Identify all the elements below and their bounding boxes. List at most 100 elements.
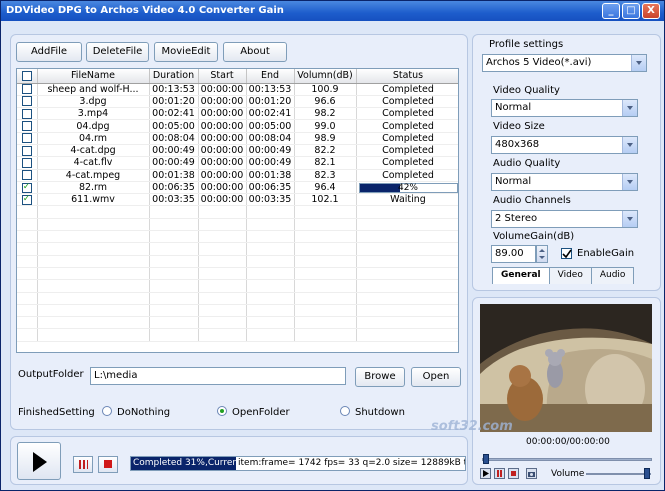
row-checkbox[interactable] — [21, 96, 32, 107]
seek-handle[interactable] — [483, 454, 489, 464]
check-icon — [562, 249, 572, 259]
open-button[interactable]: Open — [411, 367, 461, 387]
empty-cell — [149, 304, 199, 318]
tab-audio[interactable]: Audio — [590, 267, 635, 284]
cell-volume: 82.1 — [294, 156, 357, 170]
row-checkbox[interactable] — [21, 145, 32, 156]
audio-quality-select[interactable]: Normal — [491, 173, 638, 191]
row-checkbox[interactable] — [21, 108, 32, 119]
empty-cell — [37, 218, 150, 232]
cell-duration: 00:05:00 — [149, 119, 199, 133]
chevron-down-icon[interactable] — [622, 100, 637, 116]
cell-start: 00:00:00 — [198, 169, 247, 182]
cell-start: 00:00:00 — [198, 181, 247, 195]
radio-shutdown-label: Shutdown — [355, 407, 405, 418]
maximize-button[interactable]: □ — [622, 3, 640, 19]
title-bar[interactable]: DDVideo DPG to Archos Video 4.0 Converte… — [1, 1, 664, 21]
row-checkbox[interactable] — [21, 182, 32, 193]
table-row[interactable]: 4-cat.mpeg 00:01:38 00:00:00 00:01:38 82.3 Co… — [17, 169, 458, 182]
empty-cell — [356, 328, 458, 342]
conversion-progress-text: Completed 31%,Current — [131, 457, 236, 470]
empty-cell — [198, 279, 247, 293]
chevron-down-icon[interactable] — [622, 211, 637, 227]
empty-cell — [246, 328, 295, 342]
table-row[interactable]: 4-cat.dpg 00:00:49 00:00:00 00:00:49 82.2 Com… — [17, 144, 458, 158]
row-checkbox-cell — [17, 95, 38, 109]
movie-edit-button[interactable]: MovieEdit — [154, 42, 218, 62]
snapshot-button[interactable] — [526, 468, 537, 479]
column-header-start[interactable]: Start — [198, 69, 247, 84]
chevron-down-icon[interactable] — [622, 137, 637, 153]
table-row[interactable]: 4-cat.flv 00:00:49 00:00:00 00:00:49 82.1 Com… — [17, 156, 458, 170]
row-checkbox-cell — [17, 83, 38, 96]
start-convert-button[interactable] — [17, 442, 61, 480]
file-grid[interactable]: FileName Duration Start End Volumn(dB) S… — [16, 68, 459, 353]
preview-stop-button[interactable] — [508, 468, 519, 479]
table-row[interactable]: 3.mp4 00:02:41 00:00:00 00:02:41 98.2 Complet… — [17, 107, 458, 121]
close-button[interactable]: X — [642, 3, 660, 19]
select-all-header[interactable] — [17, 69, 38, 84]
radio-open-folder[interactable] — [217, 406, 227, 416]
chevron-down-icon[interactable] — [631, 55, 646, 71]
add-file-button[interactable]: AddFile — [16, 42, 82, 62]
cell-end: 00:05:00 — [246, 119, 295, 133]
row-checkbox[interactable] — [21, 133, 32, 144]
empty-cell — [356, 255, 458, 268]
table-row[interactable]: 04.rm 00:08:04 00:00:00 00:08:04 98.9 Complet… — [17, 132, 458, 145]
cell-duration: 00:08:04 — [149, 132, 199, 145]
cell-end: 00:02:41 — [246, 107, 295, 121]
cell-end: 00:01:38 — [246, 169, 295, 182]
volume-gain-input[interactable]: 89.00 — [491, 245, 536, 263]
row-checkbox-cell — [17, 156, 38, 170]
table-row[interactable]: 82.rm00:06:3500:00:0000:06:3596.442% — [17, 181, 458, 195]
row-checkbox[interactable] — [21, 121, 32, 132]
column-header-filename[interactable]: FileName — [37, 69, 150, 84]
column-header-duration[interactable]: Duration — [149, 69, 199, 84]
radio-shutdown[interactable] — [340, 406, 350, 416]
stop-button[interactable] — [98, 456, 118, 473]
browse-button[interactable]: Browe — [355, 367, 405, 387]
row-checkbox[interactable] — [21, 194, 32, 205]
column-header-volume[interactable]: Volumn(dB) — [294, 69, 357, 84]
cell-filename: 3.dpg — [37, 95, 150, 109]
pause-button[interactable] — [73, 456, 93, 473]
output-folder-input[interactable]: L:\media — [90, 367, 346, 385]
chevron-down-icon[interactable] — [622, 174, 637, 190]
enable-gain-checkbox[interactable] — [561, 248, 572, 259]
video-preview[interactable] — [480, 304, 652, 432]
delete-file-button[interactable]: DeleteFile — [86, 42, 149, 62]
seek-bar[interactable] — [482, 458, 652, 461]
column-header-end[interactable]: End — [246, 69, 295, 84]
row-checkbox[interactable] — [21, 170, 32, 181]
conversion-control-bar: Completed 31%,Current item:frame= 1742 f… — [10, 436, 468, 485]
minimize-button[interactable]: _ — [602, 3, 620, 19]
profile-settings-label: Profile settings — [489, 39, 564, 50]
select-all-checkbox[interactable] — [21, 70, 32, 81]
preview-play-button[interactable] — [480, 468, 491, 479]
table-row-empty — [17, 218, 458, 232]
row-checkbox[interactable] — [21, 84, 32, 95]
cell-filename: sheep and wolf-H... — [37, 83, 150, 96]
video-size-select[interactable]: 480x368 — [491, 136, 638, 154]
about-button[interactable]: About — [223, 42, 287, 62]
volume-handle[interactable] — [644, 468, 650, 479]
profile-select[interactable]: Archos 5 Video(*.avi) — [482, 54, 647, 72]
tab-video[interactable]: Video — [548, 267, 592, 284]
volume-slider[interactable] — [586, 473, 651, 475]
table-row[interactable]: sheep and wolf-H... 00:13:53 00:00:00 00:13… — [17, 83, 458, 96]
row-checkbox[interactable] — [21, 157, 32, 168]
cell-filename: 82.rm — [37, 181, 150, 195]
audio-channels-select[interactable]: 2 Stereo — [491, 210, 638, 228]
table-row[interactable]: 3.dpg 00:01:20 00:00:00 00:01:20 96.6 Complet… — [17, 95, 458, 109]
empty-cell — [356, 316, 458, 330]
volume-gain-spinner[interactable] — [536, 245, 548, 263]
radio-do-nothing[interactable] — [102, 406, 112, 416]
column-header-status[interactable]: Status — [356, 69, 458, 84]
tab-general[interactable]: General — [492, 267, 550, 284]
preview-pause-button[interactable] — [494, 468, 505, 479]
video-quality-select[interactable]: Normal — [491, 99, 638, 117]
table-row[interactable]: 04.dpg 00:05:00 00:00:00 00:05:00 99.0 Comple… — [17, 119, 458, 133]
cell-duration: 00:03:35 — [149, 193, 199, 207]
table-row[interactable]: 611.wmv00:03:3500:00:0000:03:35102.1Wait… — [17, 193, 458, 207]
video-size-value: 480x368 — [495, 139, 540, 150]
